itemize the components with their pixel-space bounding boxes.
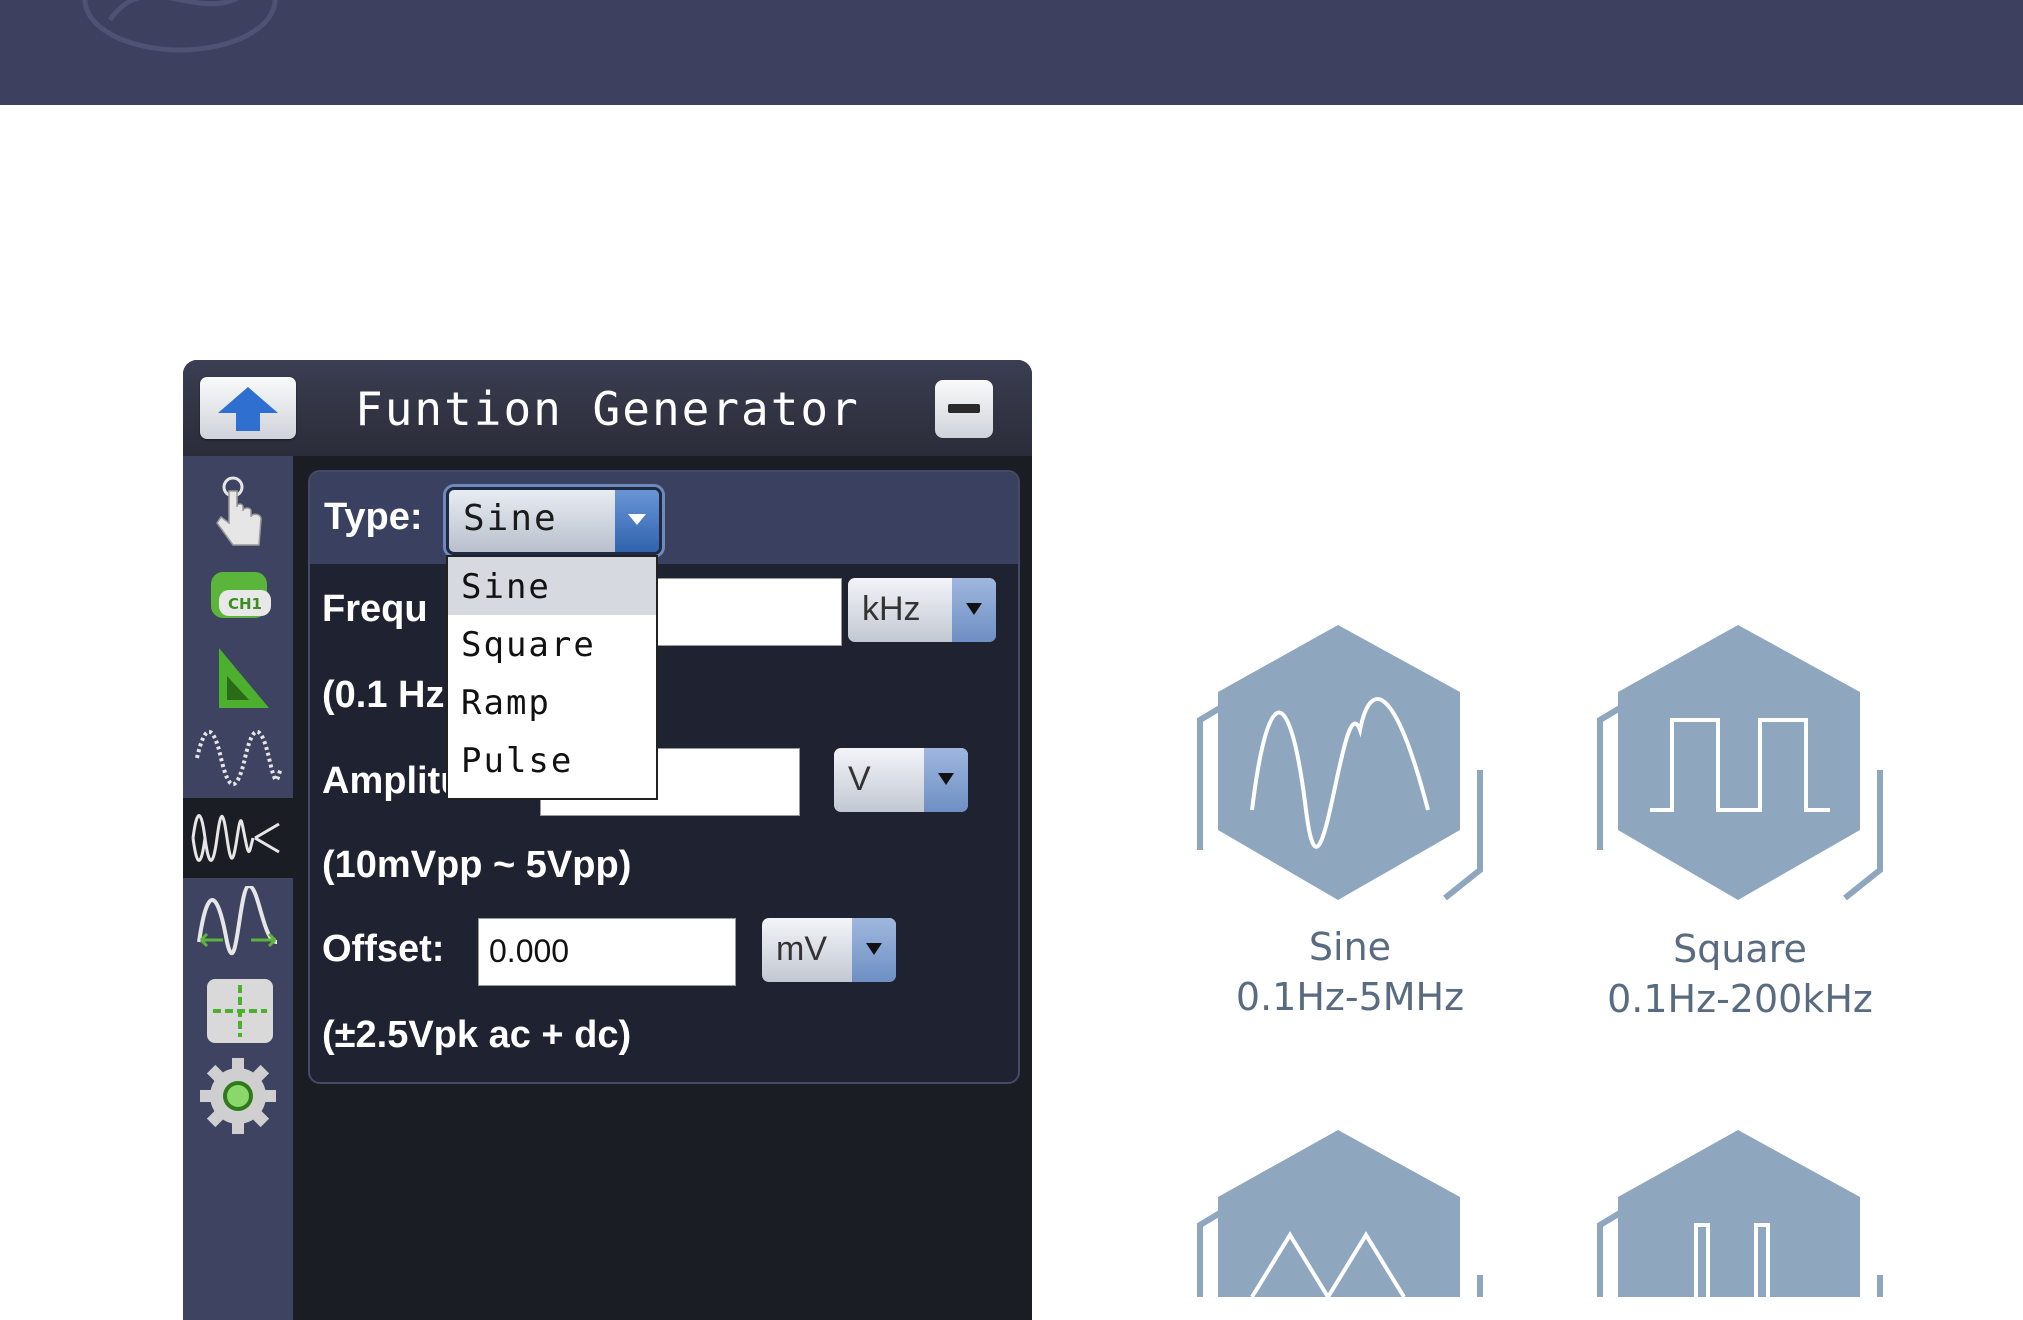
function-generator-panel: Funtion Generator CH1 Type: Sine Frequ k… (183, 360, 1032, 1320)
back-button[interactable] (200, 377, 296, 439)
waveform-range: 0.1Hz-5MHz (1235, 975, 1465, 1019)
type-row: Type: Sine (310, 472, 1018, 564)
channel-icon[interactable]: CH1 (193, 554, 283, 634)
dropdown-option-sine[interactable]: Sine (448, 557, 656, 615)
chevron-down-icon (615, 490, 659, 552)
type-select[interactable]: Sine (446, 487, 662, 555)
amplitude-range: (10mVpp ~ 5Vpp) (322, 844, 632, 886)
frequency-unit-value: kHz (862, 590, 921, 628)
chevron-down-icon (852, 918, 896, 982)
svg-text:CH1: CH1 (228, 595, 262, 613)
sidebar: CH1 (183, 456, 293, 1320)
offset-unit-select[interactable]: mV (762, 918, 896, 982)
chevron-down-icon (924, 748, 968, 812)
cursor-icon[interactable] (193, 971, 283, 1051)
up-arrow-icon (218, 387, 278, 431)
dropdown-option-ramp[interactable]: Ramp (448, 673, 656, 731)
dropdown-option-pulse[interactable]: Pulse (448, 731, 656, 789)
offset-field[interactable]: 0.000 (478, 918, 736, 986)
frequency-label: Frequ (322, 588, 428, 630)
frequency-range: (0.1 Hz (322, 674, 445, 716)
type-select-value: Sine (463, 498, 558, 539)
panel-header: Funtion Generator (183, 360, 1032, 456)
settings-icon[interactable] (193, 1056, 283, 1136)
amplitude-unit-value: V (848, 760, 871, 798)
logo-icon (82, 0, 278, 53)
sweep-icon (191, 814, 280, 862)
dropdown-option-square[interactable]: Square (448, 615, 656, 673)
chevron-down-icon (952, 578, 996, 642)
offset-range: (±2.5Vpk ac + dc) (322, 1014, 632, 1056)
type-label: Type: (324, 496, 423, 538)
offset-label: Offset: (322, 928, 445, 970)
amplitude-label: Amplitu (322, 760, 464, 802)
panel-title: Funtion Generator (355, 382, 860, 436)
amplitude-unit-select[interactable]: V (834, 748, 968, 812)
sine-mode-icon[interactable] (193, 718, 283, 798)
offset-value: 0.000 (489, 933, 570, 969)
frequency-field[interactable] (640, 578, 842, 646)
ruler-icon[interactable] (193, 636, 283, 716)
settings-content: Type: Sine Frequ kHz (0.1 Hz Amplitu V (… (308, 470, 1020, 1084)
wave-mode-icon[interactable] (193, 886, 283, 966)
offset-unit-value: mV (776, 930, 827, 968)
minimize-button[interactable] (935, 380, 993, 438)
sweep-tab[interactable] (183, 798, 293, 878)
frequency-unit-select[interactable]: kHz (848, 578, 996, 642)
type-dropdown-menu: Sine Square Ramp Pulse (446, 555, 658, 800)
waveform-name: Square (1673, 927, 1807, 971)
sine-wave-icon (1197, 625, 1483, 901)
waveform-range: 0.1Hz-200kHz (1607, 977, 1873, 1021)
square-wave-icon (1597, 625, 1883, 901)
touch-icon[interactable] (193, 471, 283, 551)
ramp-wave-icon (1197, 1130, 1483, 1297)
pulse-wave-icon (1597, 1130, 1883, 1297)
top-banner (0, 0, 2023, 105)
waveform-name: Sine (1308, 925, 1392, 969)
